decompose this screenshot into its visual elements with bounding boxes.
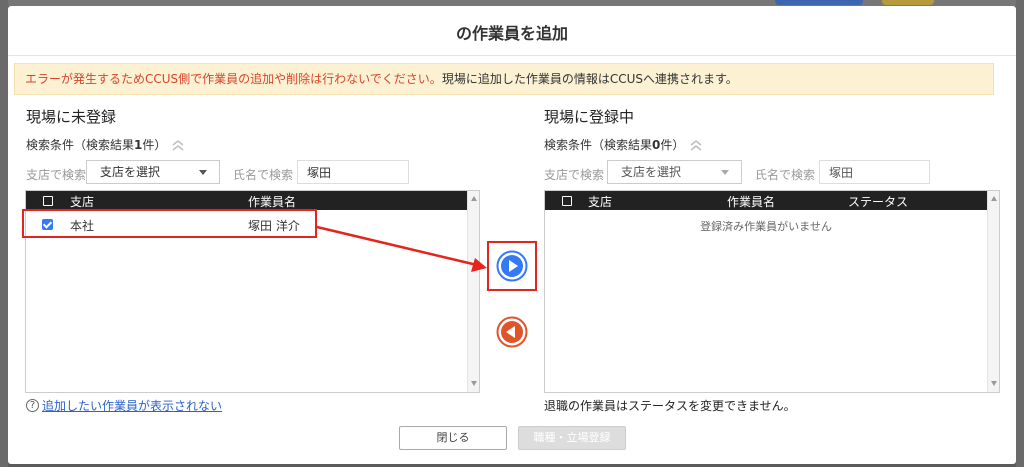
- condition-suffix: 件）: [142, 138, 167, 152]
- unregistered-search-condition[interactable]: 検索条件（検索結果 1 件）: [26, 136, 185, 153]
- background-overlay-right: [1016, 0, 1024, 467]
- scroll-up-icon[interactable]: [991, 196, 997, 201]
- column-worker-name: 作業員名: [248, 195, 297, 209]
- branch-select[interactable]: 支店を選択: [607, 160, 742, 184]
- select-all-checkbox[interactable]: [43, 196, 53, 206]
- list-header: 支店 作業員名: [26, 191, 467, 210]
- column-branch: 支店: [588, 195, 613, 209]
- name-search-input[interactable]: [819, 160, 930, 184]
- close-button[interactable]: 閉じる: [399, 426, 507, 450]
- annotation-arrow: [316, 225, 487, 272]
- chevron-down-icon: [199, 170, 207, 175]
- column-branch: 支店: [70, 195, 95, 209]
- column-worker-name: 作業員名: [727, 195, 776, 209]
- retired-worker-note: 退職の作業員はステータスを変更できません。: [544, 399, 796, 413]
- play-left-icon: [496, 316, 528, 348]
- branch-select[interactable]: 支店を選択: [86, 160, 220, 184]
- condition-prefix: 検索条件（検索結果: [544, 138, 653, 152]
- list-header: 支店 作業員名 ステータス: [545, 191, 987, 210]
- register-role-button[interactable]: 職種・立場登録: [518, 426, 626, 450]
- branch-select-value: 支店を選択: [621, 165, 682, 179]
- scroll-up-icon[interactable]: [471, 196, 477, 201]
- registered-search-condition[interactable]: 検索条件（検索結果 0 件）: [544, 136, 703, 153]
- scroll-down-icon[interactable]: [471, 381, 477, 386]
- modal-header: の作業員を追加: [8, 6, 1016, 56]
- unregistered-panel-title: 現場に未登録: [26, 108, 117, 126]
- branch-select-value: 支店を選択: [100, 165, 161, 179]
- warning-text-red: エラーが発生するためCCUS側で作業員の追加や削除は行わないでください。: [25, 72, 442, 86]
- background-overlay-left: [0, 0, 8, 467]
- remove-worker-button[interactable]: [496, 316, 528, 348]
- scroll-down-icon[interactable]: [991, 381, 997, 386]
- modal-title: の作業員を追加: [455, 24, 568, 43]
- result-count: 1: [134, 137, 143, 152]
- name-search-label: 氏名で検索: [233, 168, 294, 182]
- highlight-box-row: [22, 209, 317, 238]
- question-circle-icon: ?: [26, 399, 39, 412]
- ccus-warning-banner: エラーが発生するためCCUS側で作業員の追加や削除は行わないでください。現場に追…: [14, 63, 994, 95]
- help-row: ? 追加したい作業員が表示されない: [26, 397, 222, 414]
- result-count: 0: [652, 137, 661, 152]
- name-search-label: 氏名で検索: [755, 168, 816, 182]
- condition-suffix: 件）: [660, 138, 685, 152]
- select-all-checkbox[interactable]: [562, 196, 572, 206]
- play-right-icon: [496, 250, 528, 282]
- empty-list-message: 登録済み作業員がいません: [700, 220, 832, 233]
- branch-search-label: 支店で検索: [26, 168, 87, 182]
- list-scrollbar[interactable]: [987, 191, 999, 392]
- branch-search-label: 支店で検索: [544, 168, 605, 182]
- background-blue-button: [775, 0, 863, 5]
- missing-worker-help-link[interactable]: 追加したい作業員が表示されない: [42, 397, 222, 414]
- double-chevron-up-icon[interactable]: [689, 139, 703, 151]
- warning-text: 現場に追加した作業員の情報はCCUSへ連携されます。: [441, 72, 738, 86]
- background-yellow-button: [882, 0, 934, 5]
- condition-prefix: 検索条件（検索結果: [26, 138, 135, 152]
- registered-worker-list: 支店 作業員名 ステータス 登録済み作業員がいません: [544, 190, 1000, 393]
- name-search-input[interactable]: [297, 160, 409, 184]
- chevron-down-icon: [721, 170, 729, 175]
- column-status: ステータス: [848, 195, 909, 209]
- registered-panel-title: 現場に登録中: [544, 108, 635, 126]
- add-worker-button[interactable]: [496, 250, 528, 282]
- double-chevron-up-icon[interactable]: [171, 139, 185, 151]
